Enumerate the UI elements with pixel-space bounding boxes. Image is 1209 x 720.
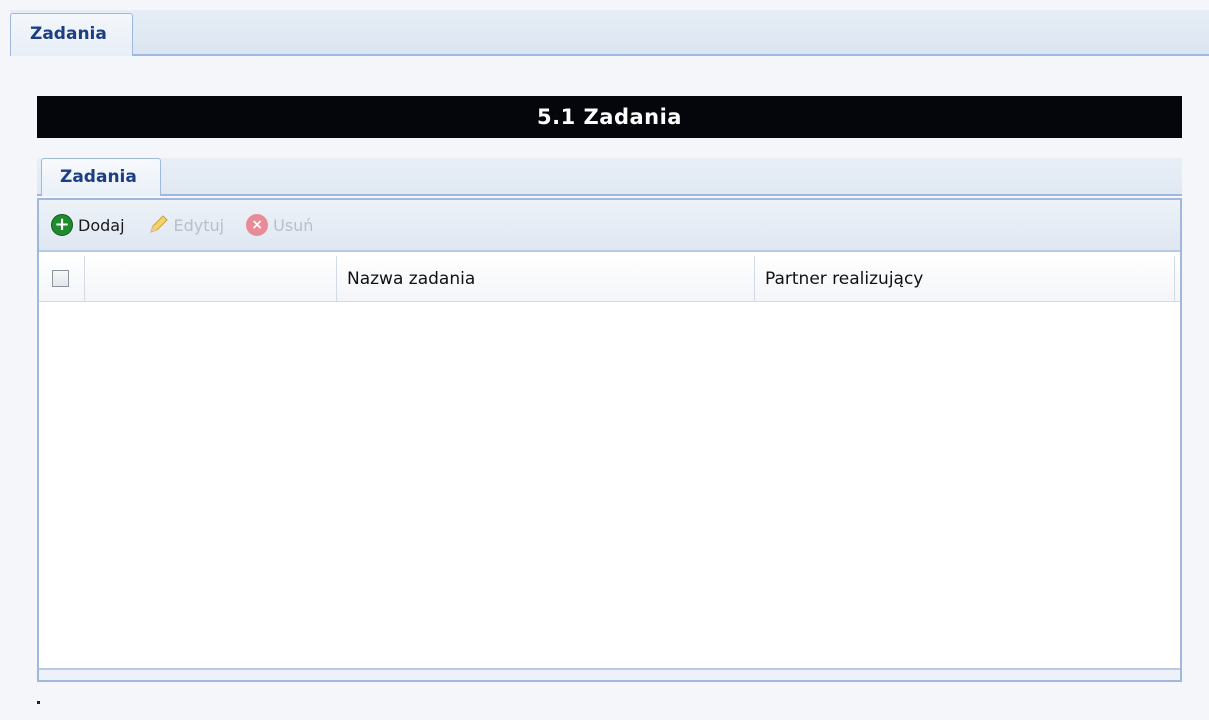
select-all-column (39, 256, 85, 302)
inner-tab-strip (37, 158, 1182, 196)
column-header-task-name[interactable]: Nazwa zadania (337, 256, 755, 302)
column-header-blank (85, 256, 337, 302)
grid-body (39, 303, 1180, 668)
toolbar: + Dodaj Edytuj × Usuń (39, 200, 1180, 252)
pencil-icon (147, 214, 169, 236)
plus-circle-icon: + (51, 214, 73, 236)
edit-button[interactable]: Edytuj (147, 214, 225, 236)
grid-header: Nazwa zadania Partner realizujący (39, 256, 1180, 302)
edit-button-label: Edytuj (173, 215, 225, 235)
column-header-partner[interactable]: Partner realizujący (755, 256, 1175, 302)
tasks-panel: + Dodaj Edytuj × Usuń Nazwa zadania Part… (37, 198, 1182, 682)
top-tab-strip (10, 10, 1209, 56)
stray-dot (37, 701, 40, 704)
delete-button[interactable]: × Usuń (246, 214, 313, 236)
select-all-checkbox[interactable] (52, 270, 69, 287)
tab-zadania-top[interactable]: Zadania (10, 13, 133, 56)
tab-zadania-inner[interactable]: Zadania (41, 158, 161, 196)
x-circle-icon: × (246, 214, 269, 236)
section-title: 5.1 Zadania (37, 96, 1182, 138)
add-button[interactable]: + Dodaj (51, 214, 125, 236)
add-button-label: Dodaj (78, 215, 125, 235)
delete-button-label: Usuń (273, 215, 314, 235)
panel-footer (39, 668, 1180, 680)
